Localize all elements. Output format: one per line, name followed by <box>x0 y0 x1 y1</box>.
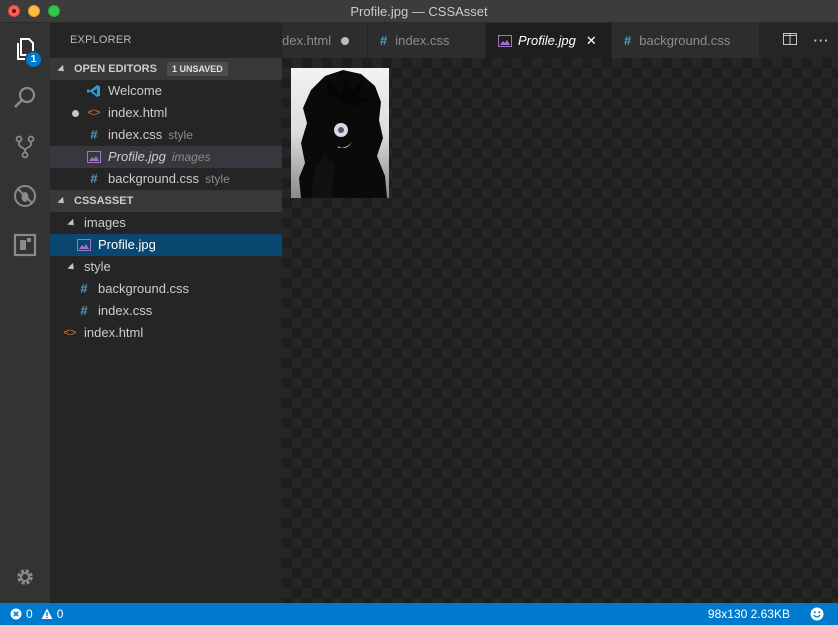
extensions-activity[interactable] <box>0 221 50 269</box>
image-file-icon <box>86 151 102 163</box>
title-bar: Profile.jpg — CSSAsset <box>0 0 838 23</box>
project-label: CSSASSET <box>74 195 134 207</box>
open-editor-profile-jpg[interactable]: Profile.jpg images <box>50 146 282 168</box>
error-count: 0 <box>26 607 33 621</box>
warning-count: 0 <box>56 607 64 621</box>
open-editors-header[interactable]: OPEN EDITORS 1 UNSAVED <box>50 58 282 80</box>
tab-label: background.css <box>639 33 731 48</box>
problems-indicator[interactable]: 0 0 <box>10 607 63 621</box>
explorer-activity[interactable]: 1 <box>0 25 50 73</box>
tab-index-css[interactable]: # index.css <box>368 23 486 58</box>
tree-label: style <box>84 259 111 274</box>
status-bar: 0 0 98x130 2.63KB <box>0 603 838 625</box>
sidebar-title: EXPLORER <box>70 34 132 46</box>
tree-label: background.css <box>98 281 190 296</box>
open-editor-index-html[interactable]: <> index.html <box>50 102 282 124</box>
tree-file-profile-jpg[interactable]: Profile.jpg <box>50 234 282 256</box>
tab-background-css[interactable]: # background.css <box>612 23 760 58</box>
editor-actions: ··· <box>774 23 838 58</box>
open-editor-label: index.html <box>108 105 168 120</box>
tab-label: Profile.jpg <box>518 33 576 48</box>
unsaved-dot-icon <box>72 110 79 117</box>
css-file-icon: # <box>90 171 98 186</box>
tree-label: Profile.jpg <box>98 237 156 252</box>
status-right: 98x130 2.63KB <box>708 607 824 621</box>
explorer-badge: 1 <box>25 51 42 68</box>
tree-file-index-html[interactable]: <> index.html <box>50 322 282 344</box>
debug-icon <box>14 185 36 207</box>
chevron-down-icon <box>57 196 67 206</box>
project-header[interactable]: CSSASSET <box>50 190 282 212</box>
css-file-icon: # <box>90 127 98 142</box>
open-editor-label: background.css <box>108 171 200 186</box>
open-editor-index-css[interactable]: # index.css style <box>50 124 282 146</box>
tab-index-html[interactable]: dex.html <box>282 23 368 58</box>
more-actions-icon[interactable]: ··· <box>814 33 830 48</box>
tab-profile-jpg[interactable]: Profile.jpg ✕ <box>486 23 612 58</box>
open-editor-folder: style <box>205 172 230 186</box>
maximize-window-button[interactable] <box>48 5 60 17</box>
css-file-icon: # <box>80 281 88 296</box>
tree-folder-style[interactable]: style <box>50 256 282 278</box>
close-window-button[interactable] <box>8 5 20 17</box>
split-editor-icon[interactable] <box>782 33 797 48</box>
html-file-icon: <> <box>63 327 77 339</box>
open-editors-label: OPEN EDITORS <box>74 63 157 75</box>
tree-folder-images[interactable]: images <box>50 212 282 234</box>
open-editor-label: Welcome <box>108 83 162 98</box>
css-file-icon: # <box>380 33 388 48</box>
profile-silhouette <box>291 68 389 198</box>
editor-tabs: dex.html # index.css Profile.jpg ✕ # bac… <box>282 23 838 58</box>
minimize-window-button[interactable] <box>28 5 40 17</box>
open-editor-label: index.css <box>108 127 163 142</box>
chevron-down-icon <box>67 218 77 228</box>
window-title: Profile.jpg — CSSAsset <box>350 3 488 19</box>
tab-label: dex.html <box>282 33 332 48</box>
warning-icon <box>41 608 53 619</box>
gear-icon <box>17 569 33 585</box>
tree-file-background-css[interactable]: # background.css <box>50 278 282 300</box>
tree-label: index.css <box>98 303 153 318</box>
unsaved-dot-icon <box>341 36 350 45</box>
css-file-icon: # <box>80 303 88 318</box>
extensions-icon <box>13 233 37 257</box>
debug-activity[interactable] <box>0 172 50 220</box>
tree-label: images <box>84 215 126 230</box>
vscode-icon <box>86 84 102 98</box>
image-size-info[interactable]: 98x130 2.63KB <box>708 607 790 621</box>
search-icon <box>14 86 36 108</box>
chevron-down-icon <box>57 64 67 74</box>
unsaved-badge: 1 UNSAVED <box>166 62 228 76</box>
tree-label: index.html <box>84 325 144 340</box>
close-icon[interactable]: ✕ <box>586 33 597 49</box>
search-activity[interactable] <box>0 74 50 122</box>
explorer-sidebar: EXPLORER OPEN EDITORS 1 UNSAVED Welcome … <box>50 23 282 603</box>
feedback-smiley-icon[interactable] <box>810 607 824 621</box>
window-controls <box>8 5 60 17</box>
image-preview-area <box>282 58 838 603</box>
open-editor-folder: images <box>171 150 211 164</box>
activity-bar: 1 <box>0 23 50 603</box>
open-editor-background-css[interactable]: # background.css style <box>50 168 282 190</box>
profile-image[interactable] <box>291 68 389 198</box>
source-control-icon <box>15 135 35 159</box>
open-editor-welcome[interactable]: Welcome <box>50 80 282 102</box>
open-editor-folder: style <box>168 128 193 142</box>
image-file-icon <box>498 34 512 47</box>
open-editor-label: Profile.jpg <box>108 149 166 164</box>
error-icon <box>10 608 22 620</box>
source-control-activity[interactable] <box>0 123 50 171</box>
html-file-icon: <> <box>87 107 101 119</box>
chevron-down-icon <box>67 262 77 272</box>
tree-file-index-css[interactable]: # index.css <box>50 300 282 322</box>
manage-activity[interactable] <box>0 553 50 601</box>
image-file-icon <box>76 239 92 251</box>
tab-label: index.css <box>395 33 450 48</box>
css-file-icon: # <box>624 33 632 48</box>
